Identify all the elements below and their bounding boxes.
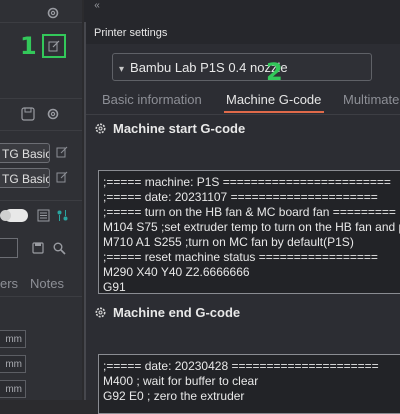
search-icon[interactable] (51, 240, 67, 256)
gear-icon (95, 123, 106, 134)
machine-start-gcode-editor[interactable]: ;===== machine: P1S ====================… (98, 170, 400, 294)
tab-notes[interactable]: Notes (30, 276, 64, 291)
filament-preset-combo-1[interactable]: TG Basic ... (0, 143, 50, 163)
gcode-line: M710 A1 S255 ;turn on MC fan by default(… (103, 235, 354, 249)
edit-icon (48, 40, 60, 52)
end-gcode-title: Machine end G-code (113, 305, 241, 320)
save-preset-icon[interactable] (20, 106, 36, 122)
list-icon[interactable] (36, 208, 50, 222)
gcode-line: M400 ; wait for buffer to clear (103, 374, 259, 388)
settings-gear-icon[interactable] (44, 105, 62, 123)
value-field-mm[interactable]: mm (0, 355, 26, 373)
gear-icon[interactable] (44, 4, 62, 22)
start-gcode-title: Machine start G-code (113, 121, 246, 136)
chevron-down-icon: ▾ (119, 64, 125, 75)
gcode-line: M104 S75 ;set extruder temp to turn on t… (103, 220, 400, 234)
start-gcode-section-header: Machine start G-code (94, 121, 245, 136)
printer-settings-dialog: Printer settings ▾ Bambu Lab P1S 0.4 nozz… (84, 22, 400, 414)
edit-icon[interactable] (55, 144, 69, 160)
dialog-title: Printer settings (86, 22, 400, 44)
tab-partial-label[interactable]: ers (0, 276, 18, 291)
active-tab-underline (224, 111, 324, 113)
annotation-marker-2: 2 (266, 58, 283, 86)
save-icon[interactable] (31, 240, 45, 256)
compare-icon[interactable] (55, 208, 69, 222)
search-input[interactable] (0, 238, 18, 258)
gear-icon (95, 307, 106, 318)
gcode-line: ;===== reset machine status ============… (103, 250, 378, 264)
gcode-line: M290 X40 Y40 Z2.6666666 (103, 265, 250, 279)
tab-basic-information[interactable]: Basic information (102, 92, 202, 107)
gcode-line: ;===== turn on the HB fan & MC board fan… (103, 205, 396, 219)
gcode-line: ;===== date: 20230428 ==================… (103, 359, 379, 373)
edit-icon[interactable] (55, 169, 69, 185)
gcode-line: ;===== machine: P1S ====================… (103, 175, 391, 189)
window-top-strip (84, 0, 400, 22)
gcode-line: ;===== date: 20231107 ==================… (103, 190, 378, 204)
value-field-mm[interactable]: mm (0, 380, 26, 398)
tab-bar-divider (86, 114, 400, 115)
machine-end-gcode-editor[interactable]: ;===== date: 20230428 ==================… (98, 354, 400, 414)
printer-preset-select[interactable]: ▾ Bambu Lab P1S 0.4 nozzle (112, 53, 372, 81)
tab-machine-gcode[interactable]: Machine G-code (226, 92, 321, 107)
gcode-line: G92 E0 ; zero the extruder (103, 389, 245, 403)
filament-preset-combo-2[interactable]: TG Basic ... (0, 168, 50, 188)
preset-selected-value: Bambu Lab P1S 0.4 nozzle (130, 60, 288, 75)
end-gcode-section-header: Machine end G-code (94, 305, 240, 320)
edit-preset-button[interactable] (42, 34, 66, 58)
gcode-line: G91 (103, 280, 126, 294)
toggle-switch[interactable] (0, 209, 28, 222)
tab-multimaterial[interactable]: Multimaterial (343, 92, 400, 107)
annotation-marker-1: 1 (20, 32, 37, 60)
value-field-mm[interactable]: mm (0, 330, 26, 348)
left-panel: 1 TG Basic ... TG Basic ... ers Notes mm (0, 0, 82, 400)
collapse-chevrons-icon[interactable]: « (90, 0, 104, 11)
